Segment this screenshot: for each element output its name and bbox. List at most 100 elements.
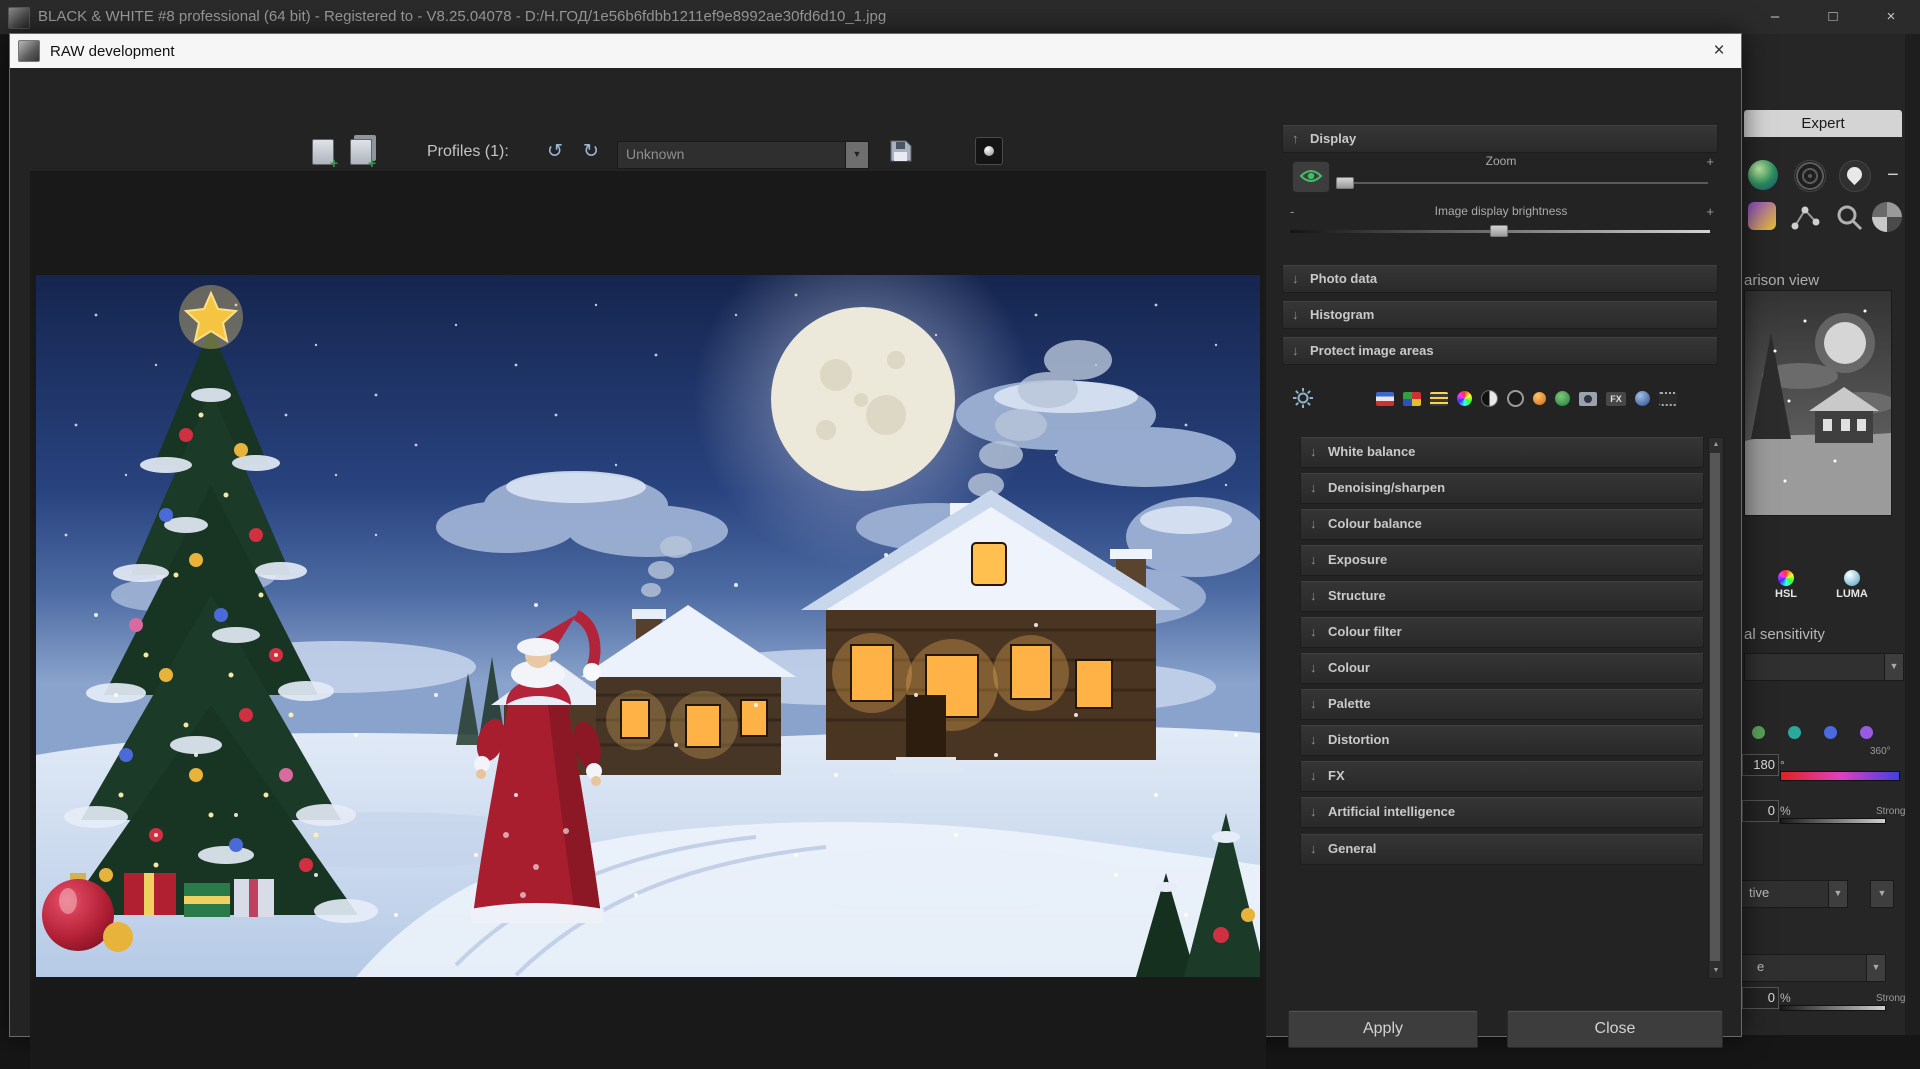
percent-unit-label: %	[1780, 991, 1791, 1005]
tools-row: FX	[1292, 385, 1712, 413]
section-distortion[interactable]: ↓ Distortion	[1300, 725, 1704, 756]
color-dot-teal[interactable]	[1788, 726, 1801, 739]
scrollbar-thumb[interactable]	[1710, 453, 1720, 961]
hsl-mode-button[interactable]: HSL	[1758, 570, 1814, 600]
levels-icon[interactable]	[1430, 391, 1448, 406]
dialog-body: + + Profiles (1): ↺ ↻ Unknown ▼ ↑ Displa…	[10, 69, 1741, 1069]
strength2-gradient-bar[interactable]	[1780, 1005, 1886, 1011]
section-colour-balance[interactable]: ↓ Colour balance	[1300, 509, 1704, 540]
section-colour[interactable]: ↓ Colour	[1300, 653, 1704, 684]
add-profile-button[interactable]: +	[312, 139, 338, 170]
window-controls: – □ ×	[1746, 0, 1920, 34]
dropdown-arrow-icon[interactable]: ▼	[1866, 955, 1885, 981]
undo-button[interactable]: ↺	[542, 139, 568, 165]
zoom-increase-button[interactable]: +	[1706, 154, 1714, 169]
color-dot-purple[interactable]	[1860, 726, 1873, 739]
section-fx[interactable]: ↓ FX	[1300, 761, 1704, 792]
search-icon[interactable]	[1834, 202, 1864, 232]
dropdown-arrow-icon[interactable]: ▼	[1828, 881, 1847, 907]
section-palette[interactable]: ↓ Palette	[1300, 689, 1704, 720]
scroll-up-button[interactable]: ▲	[1709, 438, 1723, 452]
apply-button[interactable]: Apply	[1288, 1010, 1478, 1048]
expand-icon: ↓	[1310, 552, 1317, 567]
luma-mode-button[interactable]: LUMA	[1824, 570, 1880, 600]
develop-button[interactable]	[975, 137, 1003, 165]
minimize-button[interactable]: –	[1746, 0, 1804, 34]
raw-development-dialog: RAW development × + + Profiles (1): ↺ ↻ …	[9, 33, 1742, 1069]
flag-icon[interactable]	[1376, 391, 1394, 406]
profile-dropdown[interactable]: Unknown ▼	[617, 141, 869, 169]
section-denoising-sharpen[interactable]: ↓ Denoising/sharpen	[1300, 473, 1704, 504]
hue-wheel-icon[interactable]	[1457, 391, 1472, 406]
collapse-minus-button[interactable]: −	[1887, 160, 1899, 190]
tab-expert[interactable]: Expert	[1744, 110, 1902, 137]
section-general[interactable]: ↓ General	[1300, 834, 1704, 865]
strength-value-input[interactable]: 0	[1742, 800, 1779, 822]
section-histogram[interactable]: ↓ Histogram	[1282, 301, 1718, 329]
section-artificial-intelligence[interactable]: ↓ Artificial intelligence	[1300, 797, 1704, 828]
nature-icon[interactable]	[1555, 391, 1570, 406]
dialog-close-button[interactable]: ×	[1697, 34, 1741, 68]
secondary-dropdown[interactable]: e ▼	[1740, 954, 1886, 982]
dropdown-arrow-icon[interactable]: ▼	[845, 142, 868, 168]
section-structure[interactable]: ↓ Structure	[1300, 581, 1704, 612]
maximize-button[interactable]: □	[1804, 0, 1862, 34]
ring-icon[interactable]	[1507, 390, 1524, 407]
hue-gradient-bar[interactable]	[1780, 771, 1900, 781]
brightness-slider-handle[interactable]	[1490, 225, 1508, 237]
expand-icon: ↓	[1310, 732, 1317, 747]
section-colour-filter[interactable]: ↓ Colour filter	[1300, 617, 1704, 648]
section-exposure[interactable]: ↓ Exposure	[1300, 545, 1704, 576]
expand-icon: ↓	[1310, 588, 1317, 603]
section-photo-data[interactable]: ↓ Photo data	[1282, 265, 1718, 293]
hsl-sphere-icon[interactable]	[1748, 160, 1778, 190]
comparison-thumbnail[interactable]	[1744, 290, 1895, 516]
strength2-value-input[interactable]: 0	[1742, 987, 1779, 1009]
scrollbar[interactable]: ▲ ▼	[1708, 437, 1724, 979]
close-button[interactable]: Close	[1507, 1010, 1723, 1048]
background-panel: Expert − arison view HSL LUMA al sensiti…	[1740, 34, 1920, 1035]
art-filter-icon[interactable]	[1748, 202, 1776, 230]
strength-gradient-bar[interactable]	[1780, 818, 1886, 824]
add-profiles-button[interactable]: +	[350, 139, 376, 170]
image-panel	[30, 171, 1266, 1069]
contrast-icon[interactable]	[1481, 390, 1498, 407]
close-window-button[interactable]: ×	[1862, 0, 1920, 34]
zoom-slider-handle[interactable]	[1336, 177, 1354, 189]
strong-label: Strong	[1876, 806, 1906, 817]
fx-icon[interactable]: FX	[1606, 391, 1626, 406]
node-editor-icon[interactable]	[1790, 202, 1820, 232]
section-display[interactable]: ↑ Display	[1282, 125, 1718, 153]
brightness-increase-button[interactable]: +	[1706, 204, 1714, 219]
section-protect-image-areas[interactable]: ↓ Protect image areas	[1282, 337, 1718, 365]
film-icon[interactable]	[1659, 391, 1677, 406]
color-dot-blue[interactable]	[1824, 726, 1837, 739]
hue-value-input[interactable]: 180	[1742, 754, 1779, 776]
settings-gear-icon[interactable]	[1292, 387, 1314, 409]
mode-dropdown-value: tive	[1749, 885, 1770, 900]
extra-dropdown-button[interactable]: ▼	[1870, 880, 1894, 908]
expand-icon: ↓	[1310, 660, 1317, 675]
droplet-icon[interactable]	[1839, 160, 1871, 192]
mode-dropdown[interactable]: tive ▼	[1740, 880, 1848, 908]
save-profile-button[interactable]	[889, 139, 913, 163]
pie-icon[interactable]	[1872, 202, 1902, 232]
dropdown-arrow-icon[interactable]: ▼	[1884, 654, 1903, 680]
section-white-balance[interactable]: ↓ White balance	[1300, 437, 1704, 468]
camera-icon[interactable]	[1579, 391, 1597, 406]
dialog-title: RAW development	[50, 42, 175, 60]
orange-dot-icon[interactable]	[1533, 392, 1546, 405]
color-dot-green[interactable]	[1752, 726, 1765, 739]
collapse-icon: ↑	[1292, 131, 1299, 146]
scroll-down-button[interactable]: ▼	[1709, 964, 1723, 978]
dialog-titlebar: RAW development ×	[10, 34, 1741, 68]
globe-icon[interactable]	[1635, 391, 1650, 406]
sensitivity-dropdown[interactable]: ▼	[1744, 653, 1904, 681]
secondary-dropdown-value: e	[1757, 959, 1765, 974]
redo-button[interactable]: ↻	[578, 139, 604, 165]
zoom-slider[interactable]	[1336, 182, 1708, 184]
color-grid-icon[interactable]	[1403, 391, 1421, 406]
web-grid-icon[interactable]	[1794, 160, 1826, 192]
adjustments-list: ↓ White balance ↓ Denoising/sharpen ↓ Colou…	[1300, 437, 1704, 870]
photo-preview[interactable]	[36, 275, 1260, 977]
